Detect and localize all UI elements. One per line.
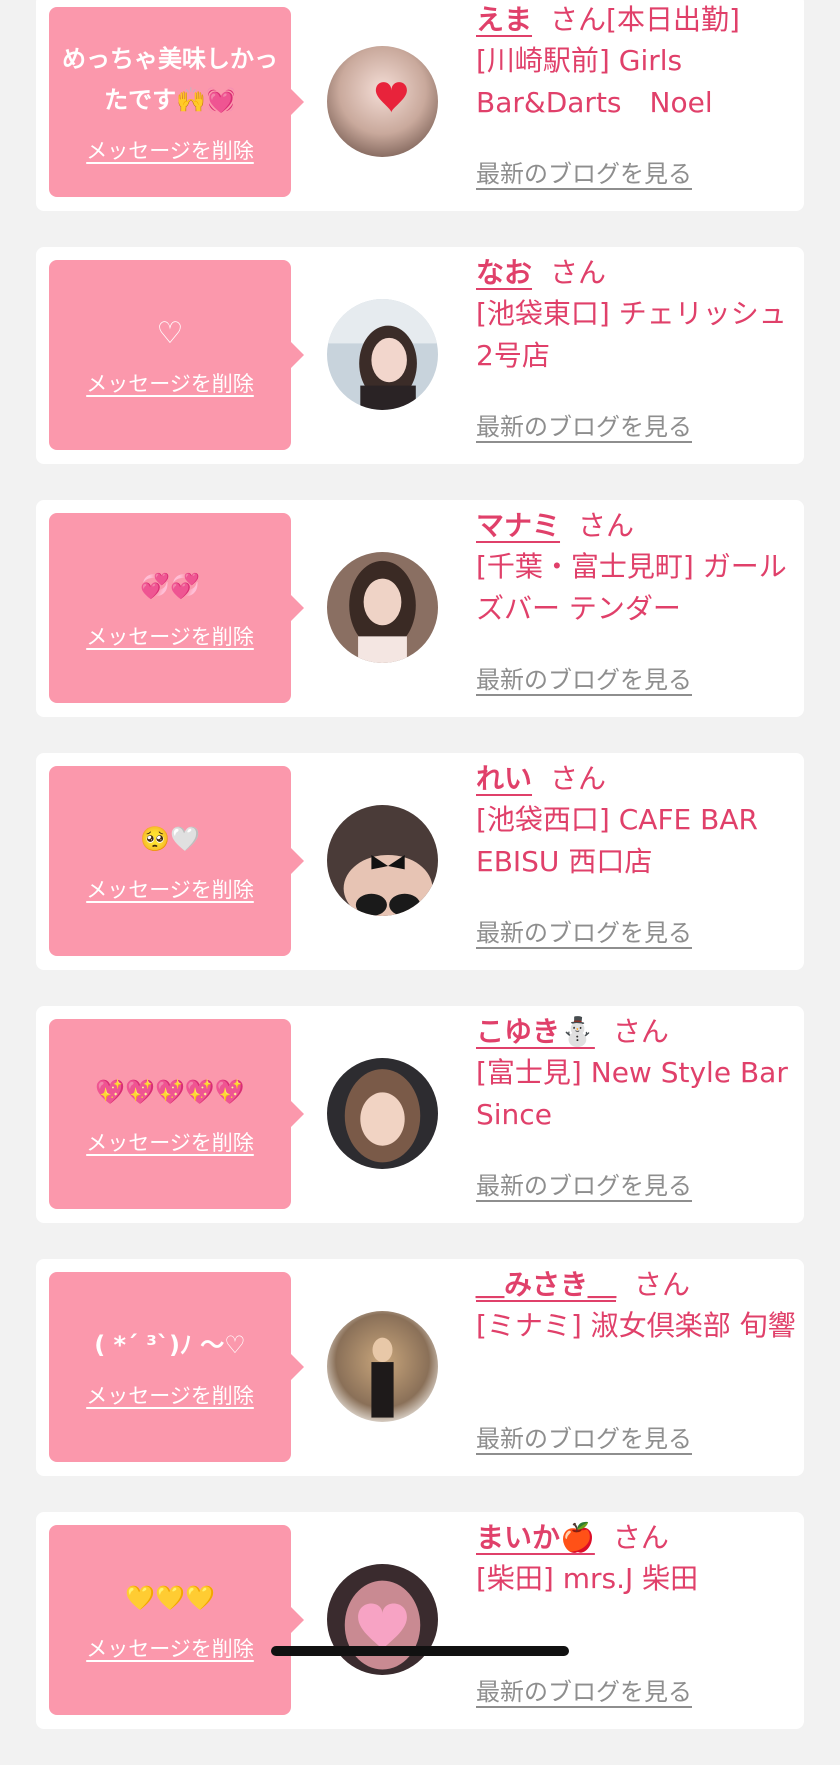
girl-info: こゆき⛄️ さん [富士見] New Style Bar Since	[476, 1006, 796, 1136]
message-text: めっちゃ美味しかったです🙌💓	[62, 45, 278, 114]
message-text: 💖💖💖💖💖	[95, 1077, 245, 1106]
shop-name: [千葉・富士見町] ガールズバー テンダー	[476, 550, 787, 625]
delete-message-link[interactable]: メッセージを削除	[86, 135, 254, 165]
avatar-rei-icon	[327, 805, 438, 916]
message-bubble: ( *´ ³`)ﾉ ～♡ メッセージを削除	[49, 1272, 304, 1462]
shop-name: [ミナミ] 淑女倶楽部 旬響	[476, 1309, 796, 1342]
girl-name-link[interactable]: れい	[476, 762, 532, 795]
message-card: 💖💖💖💖💖 メッセージを削除 こゆき⛄️ さん [富士見] New Style B…	[36, 1006, 804, 1223]
message-text: 💞💞	[140, 571, 200, 600]
girl-name-link[interactable]: まいか🍎	[476, 1521, 595, 1554]
latest-blog-link[interactable]: 最新のブログを見る	[476, 1672, 692, 1707]
home-indicator[interactable]	[271, 1646, 569, 1656]
shop-name: [川崎駅前] Girls Bar&Darts Noel	[476, 44, 713, 119]
latest-blog-link[interactable]: 最新のブログを見る	[476, 913, 692, 948]
name-suffix: さん	[612, 1521, 669, 1554]
avatar[interactable]	[327, 805, 438, 916]
avatar[interactable]	[327, 299, 438, 410]
delete-message-link[interactable]: メッセージを削除	[86, 1127, 254, 1157]
message-text: 🥺🤍	[140, 824, 200, 853]
latest-blog-link[interactable]: 最新のブログを見る	[476, 1166, 692, 1201]
delete-message-link[interactable]: メッセージを削除	[86, 1633, 254, 1663]
delete-message-link[interactable]: メッセージを削除	[86, 368, 254, 398]
shop-name: [池袋東口] チェリッシュ2号店	[476, 297, 787, 372]
avatar-ema-icon	[327, 46, 438, 157]
girl-info: れい さん [池袋西口] CAFE BAR EBISU 西口店	[476, 753, 796, 883]
shop-name: [柴田] mrs.J 柴田	[476, 1562, 699, 1595]
avatar[interactable]	[327, 552, 438, 663]
girl-info: えま さん[本日出勤] [川崎駅前] Girls Bar&Darts Noel	[476, 0, 796, 124]
name-suffix: さん	[550, 762, 607, 795]
message-text: 💛💛💛	[125, 1583, 215, 1612]
name-suffix: さん[本日出勤]	[550, 3, 740, 36]
girl-name-link[interactable]: ＿みさき＿	[476, 1268, 616, 1301]
latest-blog-link[interactable]: 最新のブログを見る	[476, 154, 692, 189]
avatar-manami-icon	[327, 552, 438, 663]
girl-name-link[interactable]: こゆき⛄️	[476, 1015, 595, 1048]
shop-name: [池袋西口] CAFE BAR EBISU 西口店	[476, 803, 758, 878]
name-suffix: さん	[612, 1015, 669, 1048]
latest-blog-link[interactable]: 最新のブログを見る	[476, 407, 692, 442]
message-card: 🥺🤍 メッセージを削除 れい さん [池袋西口] CAFE BAR EBISU 西…	[36, 753, 804, 970]
girl-info: マナミ さん [千葉・富士見町] ガールズバー テンダー	[476, 500, 796, 630]
girl-info: なお さん [池袋東口] チェリッシュ2号店	[476, 247, 796, 377]
message-text: ♡	[156, 315, 184, 351]
girl-name-link[interactable]: なお	[476, 256, 532, 289]
message-card: 💛💛💛 メッセージを削除 まいか🍎 さん [柴田] mrs.J 柴田 最新のブログ…	[36, 1512, 804, 1729]
avatar-maika-icon	[327, 1564, 438, 1675]
message-text: ( *´ ³`)ﾉ ～♡	[94, 1330, 246, 1359]
girl-name-link[interactable]: マナミ	[476, 509, 560, 542]
message-card: ( *´ ³`)ﾉ ～♡ メッセージを削除 ＿みさき＿ さん [ミナミ] 淑女倶楽…	[36, 1259, 804, 1476]
avatar[interactable]	[327, 1564, 438, 1675]
message-bubble: ♡ メッセージを削除	[49, 260, 304, 450]
delete-message-link[interactable]: メッセージを削除	[86, 874, 254, 904]
girl-name-link[interactable]: えま	[476, 3, 532, 36]
message-bubble: 💛💛💛 メッセージを削除	[49, 1525, 304, 1715]
name-suffix: さん	[578, 509, 635, 542]
message-bubble: 💞💞 メッセージを削除	[49, 513, 304, 703]
delete-message-link[interactable]: メッセージを削除	[86, 621, 254, 651]
latest-blog-link[interactable]: 最新のブログを見る	[476, 660, 692, 695]
delete-message-link[interactable]: メッセージを削除	[86, 1380, 254, 1410]
message-card: ♡ メッセージを削除 なお さん [池袋東口] チェリッシュ2号店 最新のブログを…	[36, 247, 804, 464]
message-list: めっちゃ美味しかったです🙌💓 メッセージを削除 えま さん[本日出勤] [川崎駅前…	[36, 0, 804, 1765]
shop-name: [富士見] New Style Bar Since	[476, 1056, 788, 1131]
latest-blog-link[interactable]: 最新のブログを見る	[476, 1419, 692, 1454]
avatar-misaki-icon	[327, 1311, 438, 1422]
message-bubble: 💖💖💖💖💖 メッセージを削除	[49, 1019, 304, 1209]
avatar[interactable]	[327, 46, 438, 157]
girl-info: まいか🍎 さん [柴田] mrs.J 柴田	[476, 1512, 796, 1600]
message-card: 💞💞 メッセージを削除 マナミ さん [千葉・富士見町] ガールズバー テンダー …	[36, 500, 804, 717]
avatar[interactable]	[327, 1058, 438, 1169]
name-suffix: さん	[634, 1268, 691, 1301]
avatar-nao-icon	[327, 299, 438, 410]
avatar[interactable]	[327, 1311, 438, 1422]
message-card: めっちゃ美味しかったです🙌💓 メッセージを削除 えま さん[本日出勤] [川崎駅前…	[36, 0, 804, 211]
message-bubble: 🥺🤍 メッセージを削除	[49, 766, 304, 956]
name-suffix: さん	[550, 256, 607, 289]
message-bubble: めっちゃ美味しかったです🙌💓 メッセージを削除	[49, 7, 304, 197]
girl-info: ＿みさき＿ さん [ミナミ] 淑女倶楽部 旬響	[476, 1259, 796, 1347]
avatar-koyuki-icon	[327, 1058, 438, 1169]
